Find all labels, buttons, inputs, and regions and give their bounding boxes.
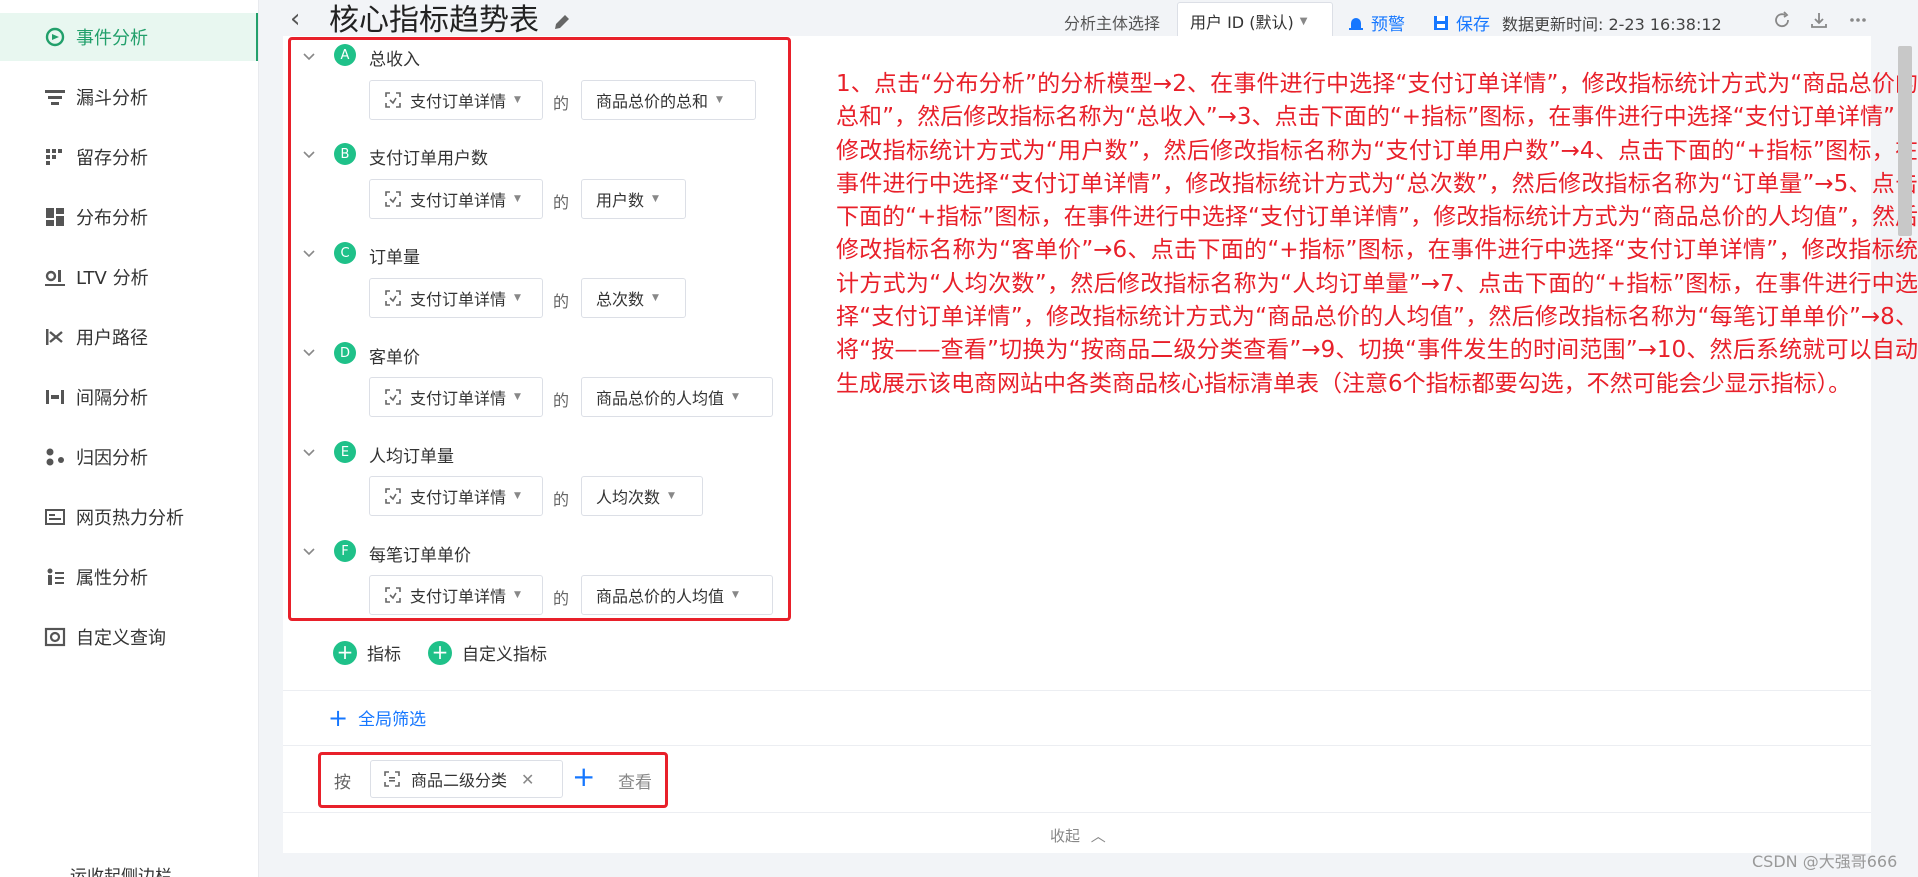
highlight-box-metrics [288,37,791,621]
plus-icon: + [333,640,357,665]
sidebar-item-label: 归因分析 [76,448,148,469]
subject-select-value: 用户 ID (默认) [1190,13,1294,32]
chevron-down-icon: ▼ [1299,15,1308,27]
sidebar-item-web-heatmap[interactable]: 网页热力分析 [0,493,258,541]
download-icon[interactable] [1809,10,1829,30]
sidebar-item-property-analysis[interactable]: 属性分析 [0,553,258,601]
alert-button[interactable]: 预警 [1347,10,1405,35]
subject-select[interactable]: 用户 ID (默认) ▼ [1177,2,1333,40]
plus-icon: + [428,640,452,665]
sidebar-item-event-analysis[interactable]: 事件分析 [0,13,258,61]
refresh-icon[interactable] [1772,10,1792,30]
event-analysis-icon [44,26,66,48]
update-time: 数据更新时间: 2-23 16:38:12 [1502,15,1722,34]
save-icon [1434,15,1448,30]
divider [283,690,1871,691]
alarm-icon [1349,17,1363,30]
sidebar-item-label: LTV 分析 [76,268,149,289]
add-metric-button[interactable]: + 指标 [333,640,401,665]
sidebar-item-attribution-analysis[interactable]: 归因分析 [0,433,258,481]
ltv-icon [44,266,66,288]
sidebar-item-label: 漏斗分析 [76,88,148,109]
highlight-box-group-by [318,752,668,808]
sidebar-item-label: 自定义查询 [76,628,166,649]
user-path-icon [44,326,66,348]
sidebar-item-retention-analysis[interactable]: 留存分析 [0,133,258,181]
save-button[interactable]: 保存 [1432,10,1490,35]
page-title: 核心指标趋势表 [329,3,539,38]
back-icon[interactable]: ‹ [290,6,300,32]
divider [283,812,1871,813]
collapse-button[interactable]: 收起 ︿ [1050,825,1106,846]
watermark: CSDN @大强哥666 [1752,852,1898,871]
sidebar-item-interval-analysis[interactable]: 间隔分析 [0,373,258,421]
scrollbar[interactable] [1898,46,1912,236]
property-icon [44,566,66,588]
distribution-icon [44,206,66,228]
sidebar: 事件分析 漏斗分析 留存分析 分布分析 LTV 分析 用户路径 间隔分析 归因分… [0,0,259,877]
funnel-icon [44,86,66,108]
sidebar-item-funnel-analysis[interactable]: 漏斗分析 [0,73,258,121]
retention-icon [44,146,66,168]
instruction-annotation: 1、点击“分布分析”的分析模型→2、在事件进行中选择“支付订单详情”，修改指标统… [836,71,1918,397]
sidebar-item-user-path[interactable]: 用户路径 [0,313,258,361]
sidebar-item-ltv-analysis[interactable]: LTV 分析 [0,253,258,301]
collapse-sidebar-button[interactable]: 运收起侧边栏 [70,862,172,877]
subject-label: 分析主体选择 [1064,14,1161,33]
sidebar-item-label: 留存分析 [76,148,148,169]
sidebar-item-label: 间隔分析 [76,388,148,409]
plus-icon: + [328,703,349,732]
sidebar-item-label: 用户路径 [76,328,148,349]
add-custom-metric-button[interactable]: + 自定义指标 [428,640,547,665]
edit-icon[interactable] [552,12,572,32]
sidebar-item-custom-query[interactable]: 自定义查询 [0,613,258,661]
heatmap-icon [44,506,66,528]
sidebar-item-label: 事件分析 [76,28,148,49]
chevron-up-icon: ︿ [1090,827,1106,845]
divider [283,745,1871,746]
more-icon[interactable] [1848,10,1868,30]
sidebar-item-label: 分布分析 [76,208,148,229]
custom-query-icon [44,626,66,648]
global-filter-button[interactable]: + 全局筛选 [328,703,426,732]
sidebar-item-distribution-analysis[interactable]: 分布分析 [0,193,258,241]
attribution-icon [44,446,66,468]
sidebar-item-label: 网页热力分析 [76,508,184,529]
sidebar-item-label: 属性分析 [76,568,148,589]
interval-icon [44,386,66,408]
